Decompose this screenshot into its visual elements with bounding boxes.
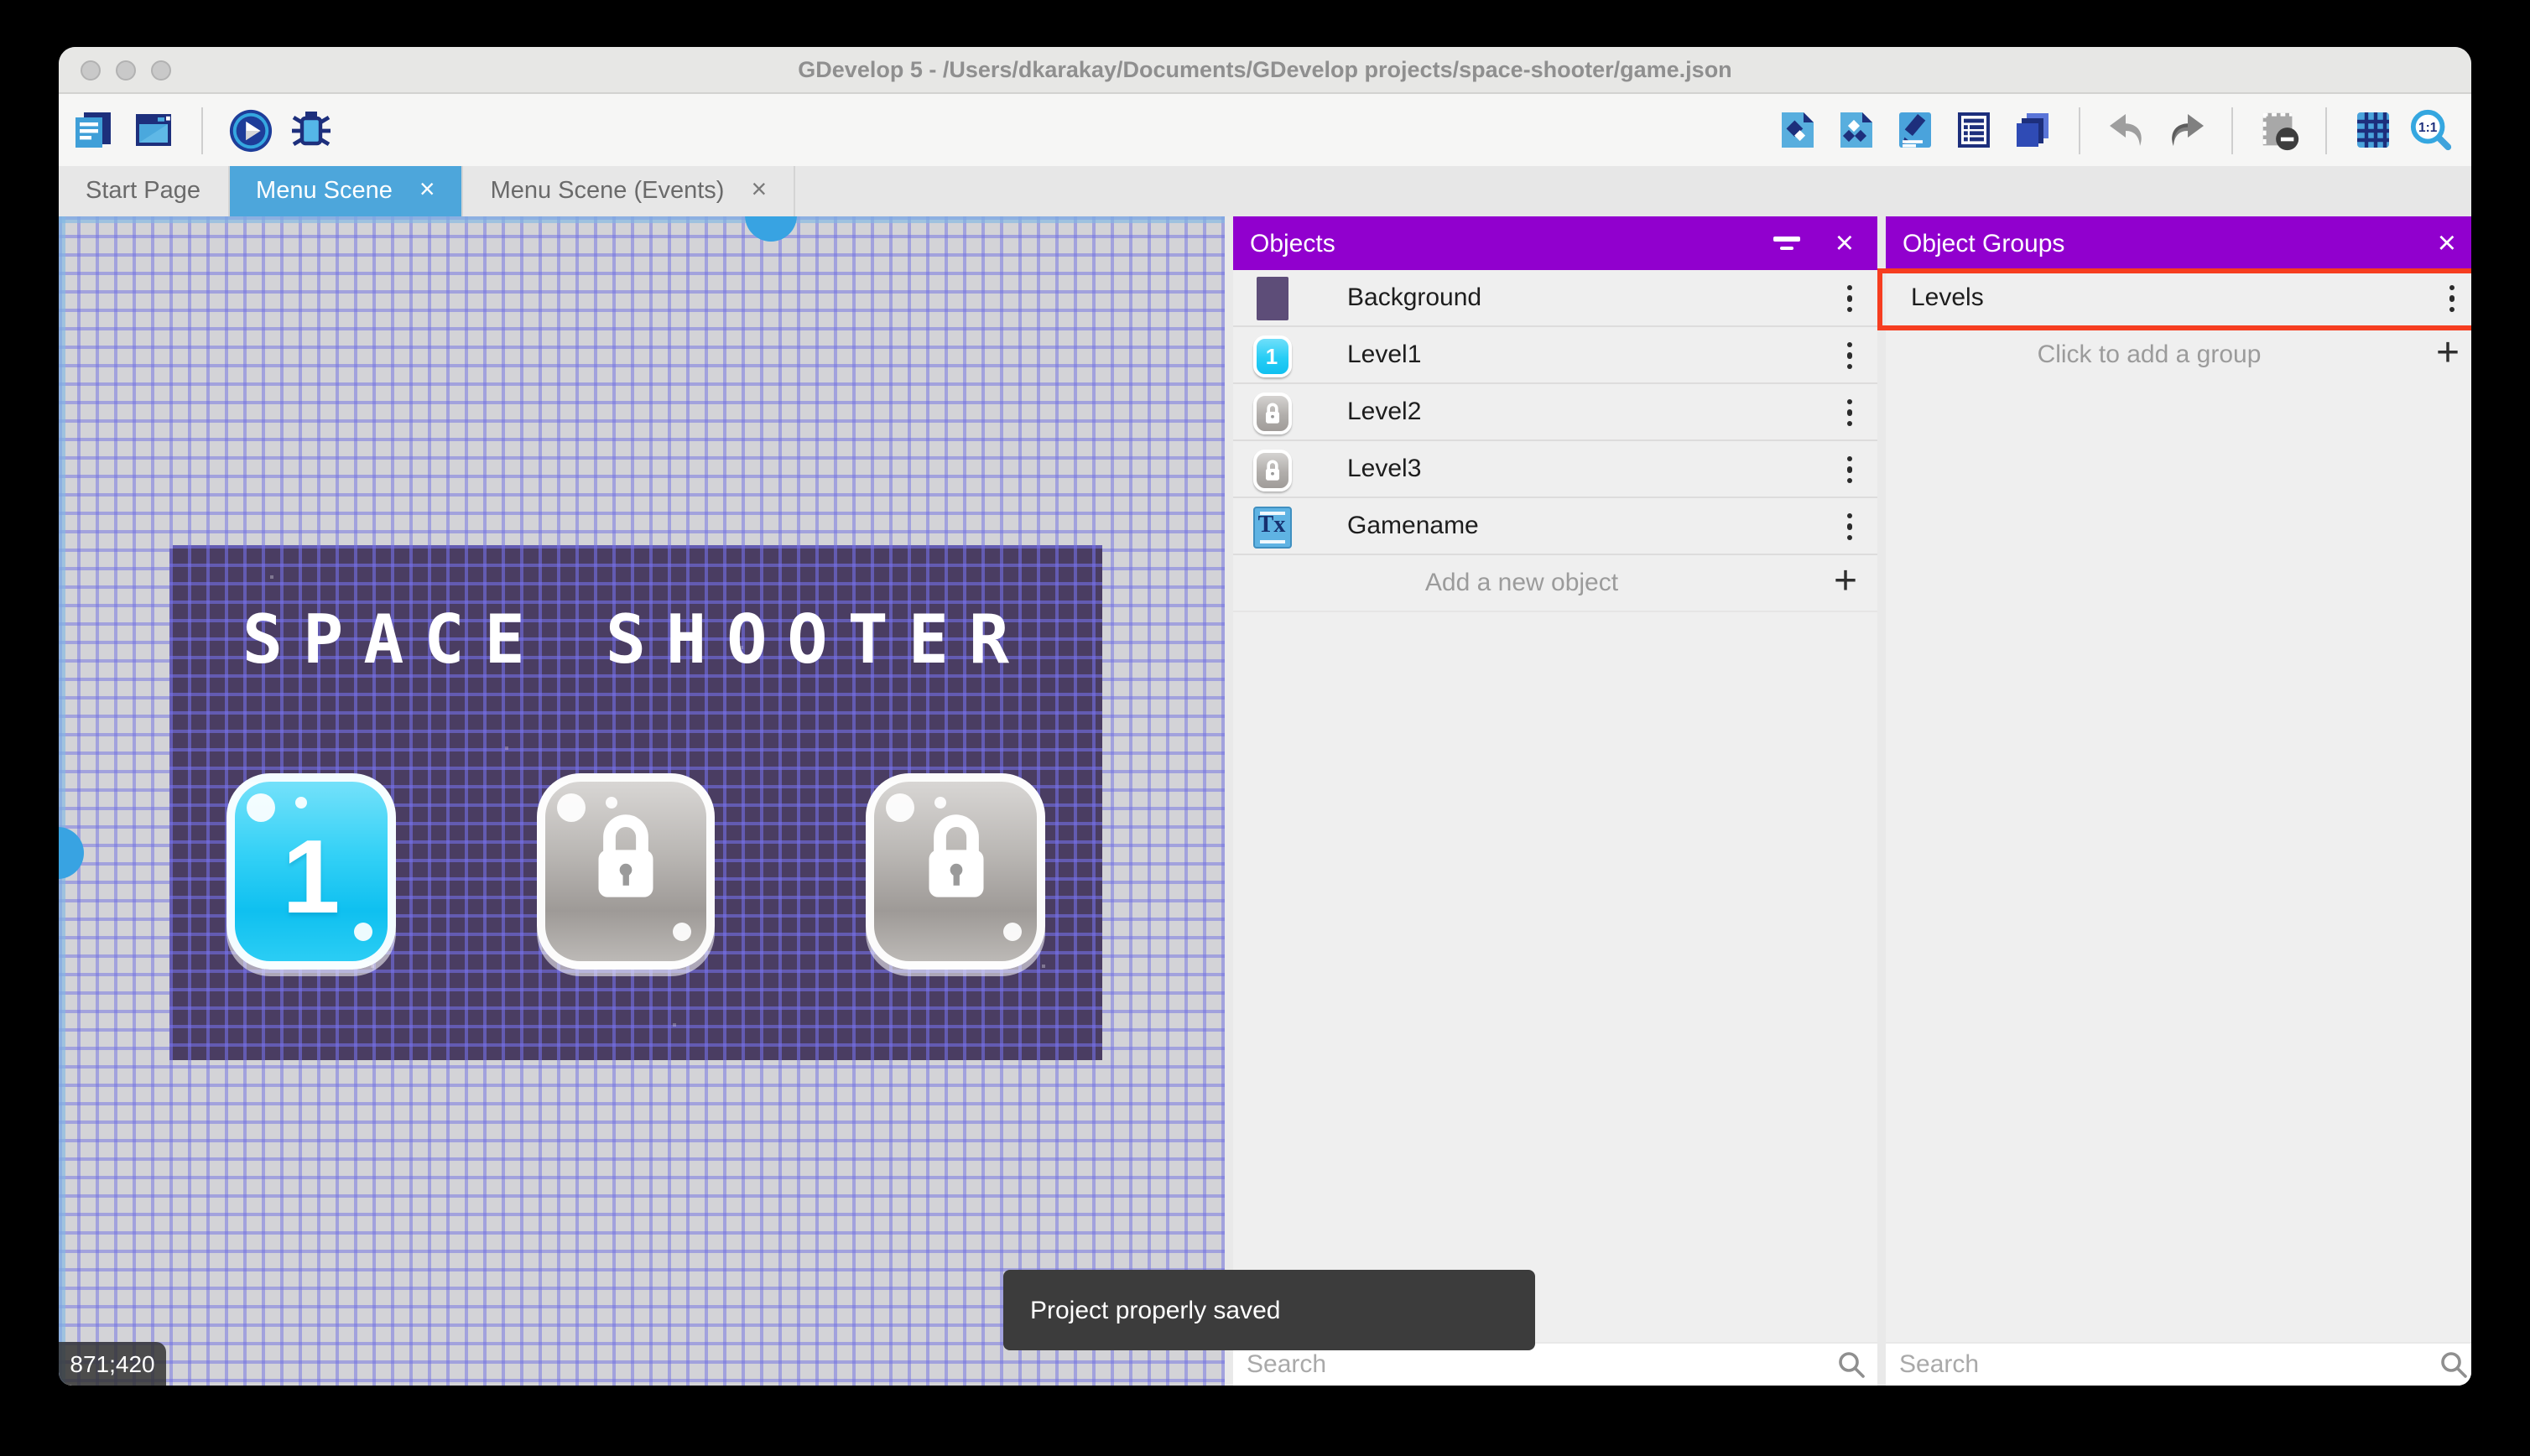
purple-rectangle-thumbnail [1252, 277, 1292, 320]
objects-panel: Objects × Background 1 Level1 [1233, 216, 1877, 1386]
tab-start-page[interactable]: Start Page [59, 166, 229, 216]
object-menu-icon[interactable] [1843, 339, 1856, 372]
object-row-level2[interactable]: Level2 [1233, 384, 1877, 441]
level1-button-object[interactable]: 1 [226, 773, 396, 970]
group-name: Levels [1911, 270, 1984, 325]
scene-editor-canvas[interactable]: SPACE SHOOTER 1 [59, 216, 1225, 1386]
object-menu-icon[interactable] [1843, 396, 1856, 429]
text-object-thumbnail: Tx [1252, 505, 1292, 549]
undo-icon[interactable] [2104, 107, 2149, 153]
start-page-icon[interactable] [131, 107, 176, 153]
object-name: Level2 [1347, 384, 1421, 439]
scene-stars [169, 545, 173, 549]
titlebar: GDevelop 5 - /Users/dkarakay/Documents/G… [59, 47, 2471, 94]
project-manager-icon[interactable] [70, 107, 116, 153]
tab-label: Menu Scene [256, 178, 393, 205]
object-row-gamename[interactable]: Tx Gamename [1233, 498, 1877, 555]
add-group-row[interactable]: Click to add a group + [1886, 327, 2471, 382]
add-object-label: Add a new object [1233, 555, 1810, 611]
close-tab-icon[interactable]: × [419, 176, 435, 206]
blue-level-button-thumbnail: 1 [1252, 334, 1292, 377]
toolbar-divider [2079, 107, 2080, 153]
open-objects-editor-icon[interactable] [1775, 107, 1820, 153]
toggle-grid-icon[interactable] [2350, 107, 2396, 153]
panel-divider[interactable] [1877, 216, 1886, 1386]
lock-icon [874, 805, 1037, 961]
level3-button-object[interactable] [866, 773, 1045, 970]
level2-button-object[interactable] [537, 773, 715, 970]
locked-button-thumbnail [1252, 391, 1292, 434]
tab-menu-scene[interactable]: Menu Scene × [229, 166, 464, 216]
objects-panel-empty-area [1233, 612, 1877, 1342]
toolbar-divider [201, 107, 203, 153]
objects-panel-title: Objects [1233, 229, 1335, 257]
debug-icon[interactable] [289, 107, 334, 153]
content: SPACE SHOOTER 1 [59, 216, 2471, 1386]
toolbar-divider [2231, 107, 2233, 153]
object-groups-search-bar [1886, 1342, 2471, 1386]
open-object-groups-editor-icon[interactable] [1834, 107, 1879, 153]
level1-digit: 1 [235, 795, 388, 961]
close-tab-icon[interactable]: × [751, 176, 767, 206]
object-menu-icon[interactable] [1843, 453, 1856, 486]
object-groups-panel-title: Object Groups [1886, 229, 2064, 257]
object-groups-empty-area [1886, 382, 2471, 1342]
group-row-levels[interactable]: Levels [1886, 270, 2471, 327]
game-scene-preview: SPACE SHOOTER 1 [169, 545, 1102, 1060]
lock-icon [545, 805, 706, 961]
toolbar: 1:1 [59, 94, 2471, 166]
scene-title-text-object[interactable]: SPACE SHOOTER [169, 602, 1102, 679]
toggle-window-mask-icon[interactable] [2257, 107, 2302, 153]
open-layers-editor-icon[interactable] [2010, 107, 2055, 153]
add-object-row[interactable]: Add a new object + [1233, 555, 1877, 612]
open-properties-panel-icon[interactable] [1892, 107, 1938, 153]
add-group-label: Click to add a group [1886, 327, 2413, 382]
zoom-original-icon[interactable]: 1:1 [2409, 107, 2455, 153]
group-menu-icon[interactable] [2445, 282, 2458, 315]
horizontal-scrollbar[interactable] [59, 216, 1225, 223]
tab-label: Start Page [86, 178, 200, 205]
toolbar-left [59, 107, 334, 153]
add-group-plus-icon[interactable]: + [2436, 327, 2460, 382]
close-panel-icon[interactable]: × [2438, 227, 2456, 259]
add-object-plus-icon[interactable]: + [1834, 555, 1857, 611]
object-name: Gamename [1347, 498, 1479, 554]
object-name: Level3 [1347, 441, 1421, 497]
tab-menu-scene-events[interactable]: Menu Scene (Events) × [464, 166, 796, 216]
object-groups-panel: Object Groups × Levels Click to add a gr… [1886, 216, 2471, 1386]
window-title: GDevelop 5 - /Users/dkarakay/Documents/G… [59, 47, 2471, 92]
object-name: Background [1347, 270, 1481, 325]
object-name: Level1 [1347, 327, 1421, 382]
search-icon [2439, 1350, 2468, 1386]
cursor-coordinates-badge: 871;420 [59, 1342, 166, 1386]
object-row-level3[interactable]: Level3 [1233, 441, 1877, 498]
save-toast: Project properly saved [1003, 1270, 1535, 1350]
vertical-scrollbar[interactable] [59, 216, 65, 1386]
filter-icon[interactable] [1772, 237, 1802, 250]
toolbar-divider [2325, 107, 2327, 153]
screen: GDevelop 5 - /Users/dkarakay/Documents/G… [0, 0, 2530, 1456]
search-icon [1837, 1350, 1866, 1386]
object-groups-search-input[interactable] [1886, 1344, 2471, 1386]
panel-divider[interactable] [1225, 216, 1233, 1386]
object-row-level1[interactable]: 1 Level1 [1233, 327, 1877, 384]
close-panel-icon[interactable]: × [1835, 227, 1854, 259]
tab-label: Menu Scene (Events) [491, 178, 725, 205]
object-row-background[interactable]: Background [1233, 270, 1877, 327]
locked-button-thumbnail [1252, 448, 1292, 491]
object-menu-icon[interactable] [1843, 282, 1856, 315]
objects-panel-header: Objects × [1233, 216, 1877, 270]
vertical-scroll-thumb[interactable] [59, 827, 84, 879]
open-instances-list-icon[interactable] [1951, 107, 1996, 153]
tab-bar: Start Page Menu Scene × Menu Scene (Even… [59, 166, 2471, 216]
redo-icon[interactable] [2163, 107, 2208, 153]
horizontal-scroll-thumb[interactable] [745, 216, 797, 242]
object-menu-icon[interactable] [1843, 510, 1856, 543]
gdevelop-window: GDevelop 5 - /Users/dkarakay/Documents/G… [59, 47, 2471, 1386]
svg-text:1:1: 1:1 [2418, 120, 2438, 134]
object-groups-panel-header: Object Groups × [1886, 216, 2471, 270]
toolbar-right: 1:1 [1775, 107, 2471, 153]
play-preview-icon[interactable] [228, 107, 273, 153]
